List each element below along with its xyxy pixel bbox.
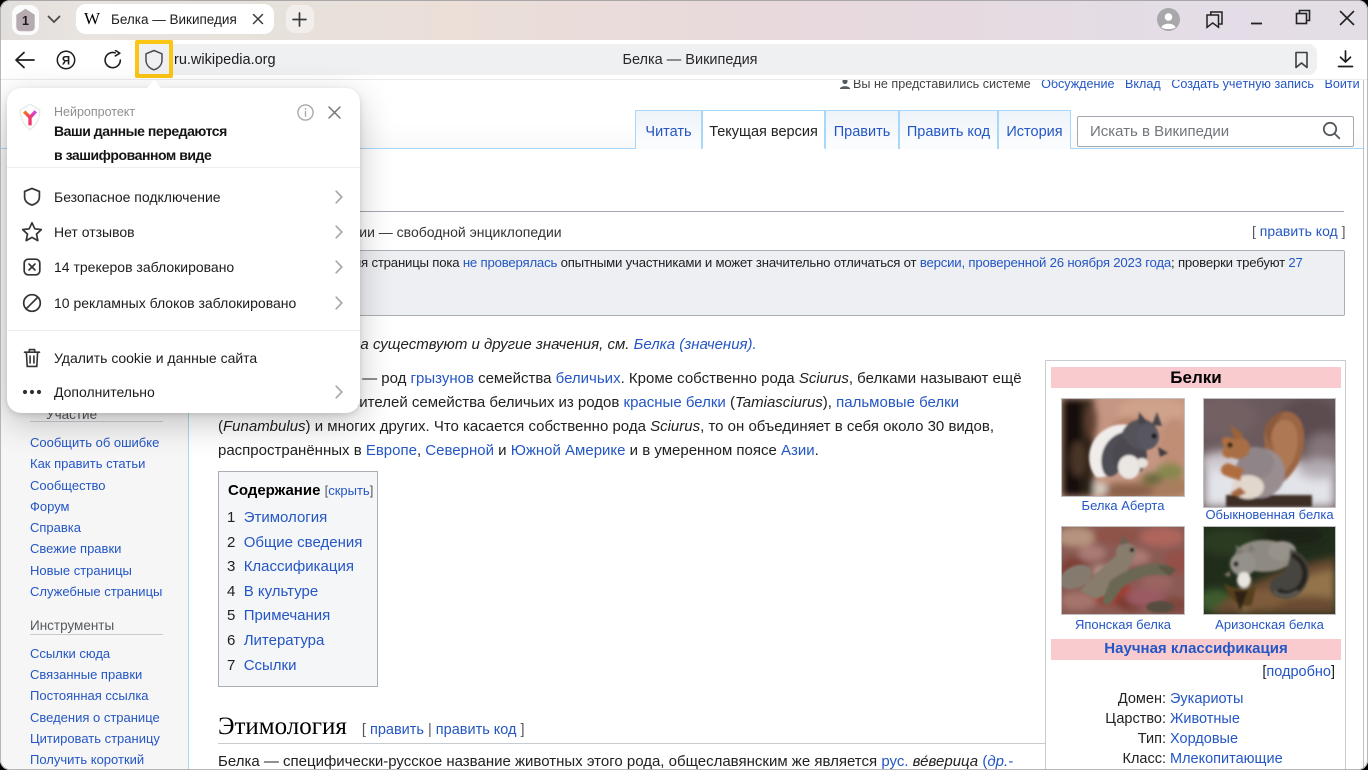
svg-text:1: 1	[22, 14, 29, 28]
